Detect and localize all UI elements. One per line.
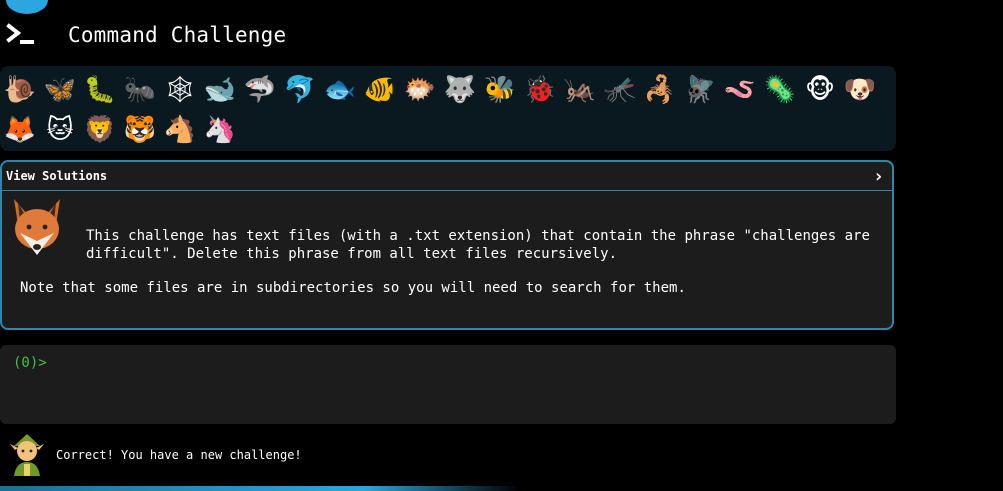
challenge-description: This challenge has text files (with a .t… bbox=[86, 228, 870, 262]
tiger-icon[interactable]: 🐯 bbox=[120, 110, 160, 150]
terminal-icon bbox=[6, 23, 34, 44]
challenge-note: Note that some files are in subdirectori… bbox=[20, 280, 686, 296]
whale-icon[interactable]: 🐋 bbox=[200, 70, 240, 110]
challenge-panel: View Solutions › This challenge has text… bbox=[0, 160, 894, 330]
caterpillar-icon[interactable]: 🐛 bbox=[80, 70, 120, 110]
fox-avatar-icon bbox=[14, 199, 60, 255]
worm-icon[interactable]: 🪱 bbox=[720, 70, 760, 110]
blowfish-icon[interactable]: 🐡 bbox=[400, 70, 440, 110]
horse-icon[interactable]: 🐴 bbox=[160, 110, 200, 150]
cricket-icon[interactable]: 🦗 bbox=[560, 70, 600, 110]
butterfly-icon[interactable]: 🦋 bbox=[40, 70, 80, 110]
progress-bar bbox=[0, 486, 520, 491]
status-area: Correct! You have a new challenge! bbox=[10, 434, 302, 476]
ladybug-icon[interactable]: 🐞 bbox=[520, 70, 560, 110]
dolphin-icon[interactable]: 🐬 bbox=[280, 70, 320, 110]
fox-icon[interactable]: 🦊 bbox=[0, 110, 40, 150]
bee-icon[interactable]: 🐝 bbox=[480, 70, 520, 110]
status-message: Correct! You have a new challenge! bbox=[56, 448, 302, 462]
unicorn-icon[interactable]: 🦄 bbox=[200, 110, 240, 150]
app-header: Command Challenge bbox=[6, 18, 286, 52]
app-title: Command Challenge bbox=[68, 23, 287, 47]
terminal-input[interactable]: (0)> bbox=[0, 345, 896, 424]
monkey-icon[interactable]: 🐵 bbox=[800, 70, 840, 110]
cat-icon[interactable]: 🐱 bbox=[40, 110, 80, 150]
shark-icon[interactable]: 🦈 bbox=[240, 70, 280, 110]
microbe-icon[interactable]: 🦠 bbox=[760, 70, 800, 110]
lion-icon[interactable]: 🦁 bbox=[80, 110, 120, 150]
mosquito-icon[interactable]: 🦟 bbox=[600, 70, 640, 110]
snail-icon[interactable]: 🐌 bbox=[0, 70, 40, 110]
animal-badge-bar: 🐌 🦋 🐛 🐜 🕸 🐋 🦈 🐬 🐟 🐠 🐡 🐺 🐝 🐞 🦗 🦟 🦂 🪰 🪱 🦠 🐵 🐶 🦊 🐱 🦁 🐯 🐴 🦄 bbox=[0, 66, 896, 151]
spider-web-icon[interactable]: 🕸 bbox=[160, 70, 200, 110]
fly-icon[interactable]: 🪰 bbox=[680, 70, 720, 110]
ant-icon[interactable]: 🐜 bbox=[120, 70, 160, 110]
top-decoration bbox=[6, 0, 48, 14]
wolf-icon[interactable]: 🐺 bbox=[440, 70, 480, 110]
dog-icon[interactable]: 🐶 bbox=[840, 70, 880, 110]
terminal-prompt: (0)> bbox=[13, 355, 47, 371]
fish-icon[interactable]: 🐟 bbox=[320, 70, 360, 110]
view-solutions-label: View Solutions bbox=[6, 169, 108, 183]
elf-avatar-icon bbox=[10, 434, 44, 476]
chevron-right-icon: › bbox=[873, 165, 884, 187]
tropical-fish-icon[interactable]: 🐠 bbox=[360, 70, 400, 110]
view-solutions-toggle[interactable]: View Solutions › bbox=[2, 162, 892, 191]
scorpion-icon[interactable]: 🦂 bbox=[640, 70, 680, 110]
